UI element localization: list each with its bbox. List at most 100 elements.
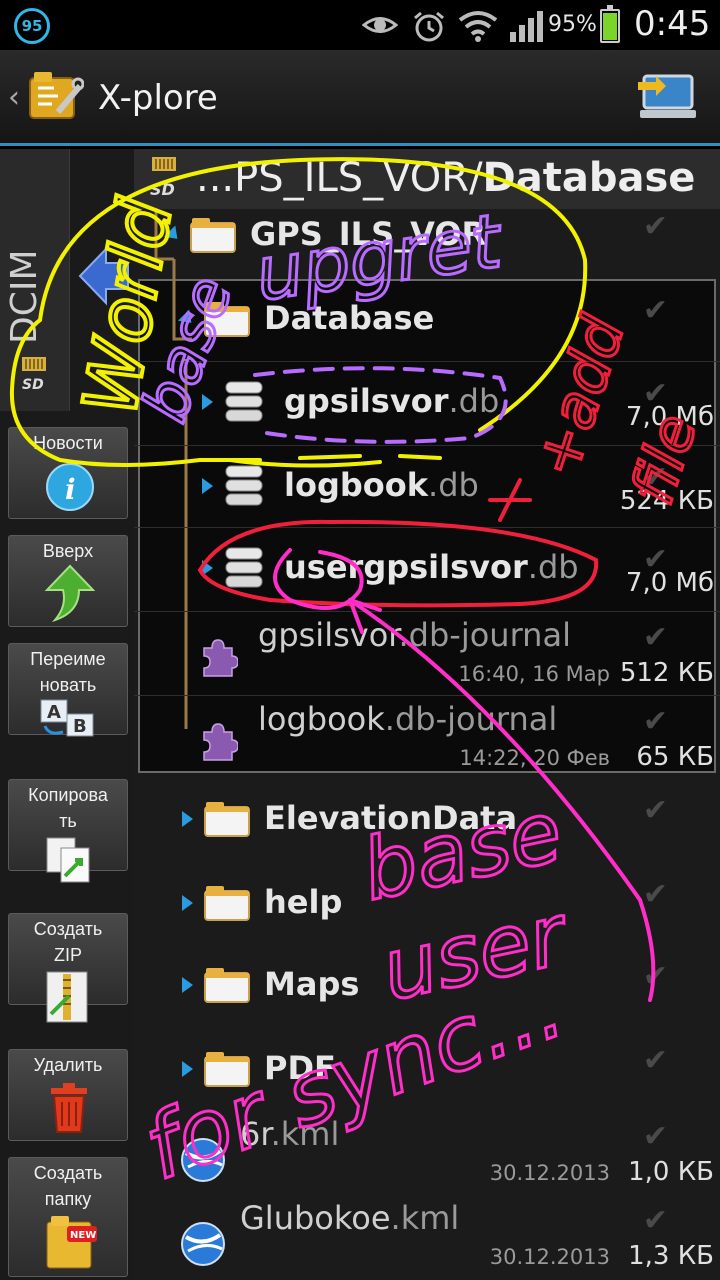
database-icon [225, 547, 263, 588]
back-chevron-icon[interactable]: ‹ [8, 80, 20, 115]
expand-toggle-icon[interactable] [182, 977, 193, 993]
file-row[interactable]: Glubokoe.kml ✔ 1,3 КБ 30.12.2013 [134, 1195, 720, 1277]
copy-label: Копирова ть [28, 785, 108, 831]
file-row[interactable]: logbook.db-journal ✔ 65 КБ 14:22, 20 Фев [134, 695, 720, 777]
file-row[interactable]: 6r.kml ✔ 1,0 КБ 30.12.2013 [134, 1111, 720, 1193]
zip-icon [46, 971, 88, 1023]
file-base-name: GPS_ILS_VOR [250, 215, 487, 253]
dcim-tab[interactable]: DCIM SD [0, 149, 70, 411]
trash-icon [51, 1083, 87, 1133]
file-extension: .kml [390, 1199, 460, 1237]
notification-badge: 95 [14, 8, 50, 44]
select-checkmark-icon[interactable]: ✔ [643, 209, 668, 244]
create-zip-button[interactable]: Создать ZIP [8, 913, 128, 1023]
alarm-icon [414, 11, 444, 42]
expand-toggle-icon[interactable] [182, 811, 193, 827]
file-browser-pane: SD ...PS_ILS_VOR/Database GPS_ILS_VOR ✔ Da… [134, 149, 720, 1280]
file-name: PDF [264, 1049, 336, 1087]
file-base-name: logbook [284, 466, 429, 504]
file-size: 7,0 Мб [625, 568, 714, 598]
journal-file-icon [203, 723, 238, 761]
folder-icon [204, 302, 250, 337]
select-checkmark-icon[interactable]: ✔ [643, 293, 668, 328]
copy-button[interactable]: Копирова ть [8, 779, 128, 883]
left-pane: DCIM SD Новости i Вверх Переиме новать A… [0, 149, 134, 1280]
switch-pane-arrow-icon[interactable] [76, 245, 132, 307]
rename-button[interactable]: Переиме новать A B [8, 643, 128, 737]
expand-toggle-icon[interactable] [202, 478, 213, 494]
svg-text:NEW: NEW [70, 1230, 96, 1241]
file-size: 1,3 КБ [628, 1241, 714, 1271]
svg-text:i: i [65, 473, 76, 506]
expand-toggle-icon[interactable] [202, 560, 213, 576]
select-checkmark-icon[interactable]: ✔ [643, 959, 668, 994]
file-base-name: Maps [264, 965, 360, 1003]
expand-toggle-icon[interactable] [177, 309, 198, 329]
eye-icon [362, 17, 398, 33]
battery-icon [600, 5, 620, 43]
news-button[interactable]: Новости i [8, 427, 128, 519]
folder-row[interactable]: Database ✔ [134, 279, 720, 361]
select-checkmark-icon[interactable]: ✔ [643, 704, 668, 739]
select-checkmark-icon[interactable]: ✔ [643, 1119, 668, 1154]
file-size: 7,0 Мб [625, 402, 714, 432]
file-date: 14:22, 20 Фев [459, 746, 610, 770]
remote-pc-icon[interactable] [636, 72, 696, 122]
file-size: 1,0 КБ [628, 1157, 714, 1187]
select-checkmark-icon[interactable]: ✔ [643, 793, 668, 828]
svg-text:B: B [73, 716, 87, 737]
svg-text:A: A [47, 702, 61, 723]
file-base-name: Database [264, 299, 435, 337]
file-base-name: help [264, 883, 343, 921]
new-folder-icon: NEW [46, 1216, 97, 1269]
file-row[interactable]: gpsilsvor.db-journal ✔ 512 КБ 16:40, 16 Мар [134, 611, 720, 693]
folder-row[interactable]: Maps ✔ [134, 945, 720, 1027]
file-name: logbook.db-journal [258, 700, 557, 738]
file-base-name: Glubokoe [240, 1199, 391, 1237]
copy-icon [46, 837, 90, 883]
create-folder-label: Создать папку [33, 1163, 103, 1209]
file-name: Maps [264, 965, 359, 1003]
file-extension: .kml [270, 1115, 340, 1153]
kml-file-icon [181, 1138, 225, 1182]
file-extension: .db [448, 382, 500, 420]
select-checkmark-icon[interactable]: ✔ [643, 620, 668, 655]
create-zip-label: Создать ZIP [33, 919, 103, 965]
file-base-name: logbook [258, 700, 385, 738]
file-base-name: gpsilsvor [258, 616, 399, 654]
svg-text:SD: SD [22, 377, 44, 393]
select-checkmark-icon[interactable]: ✔ [643, 877, 668, 912]
expand-toggle-icon[interactable] [182, 1061, 193, 1077]
expand-toggle-icon[interactable] [202, 394, 213, 410]
up-arrow-icon [45, 564, 95, 622]
file-base-name: 6r [240, 1115, 271, 1153]
select-checkmark-icon[interactable]: ✔ [643, 1043, 668, 1078]
folder-icon [204, 802, 250, 837]
folder-row[interactable]: PDF ✔ [134, 1029, 720, 1111]
signal-icon [510, 11, 543, 42]
app-logo-icon[interactable] [24, 66, 84, 128]
expand-toggle-icon[interactable] [182, 895, 193, 911]
folder-icon [204, 886, 250, 921]
file-row[interactable]: gpsilsvor.db ✔ 7,0 Мб [134, 361, 720, 443]
select-checkmark-icon[interactable]: ✔ [643, 1203, 668, 1238]
create-folder-button[interactable]: Создать папку NEW [8, 1157, 128, 1277]
journal-file-icon [203, 639, 238, 677]
file-extension: .db [527, 548, 579, 586]
file-date: 30.12.2013 [489, 1245, 610, 1269]
expand-toggle-icon[interactable] [163, 225, 184, 245]
delete-label: Удалить [33, 1055, 103, 1075]
file-base-name: usergpsilsvor [284, 548, 528, 586]
folder-icon [204, 1052, 250, 1087]
up-button[interactable]: Вверх [8, 535, 128, 627]
folder-icon [190, 218, 236, 253]
rename-icon: A B [40, 699, 94, 737]
file-row[interactable]: usergpsilsvor.db ✔ 7,0 Мб [134, 527, 720, 609]
folder-row[interactable]: help ✔ [134, 863, 720, 945]
file-row[interactable]: logbook.db ✔ 524 КБ [134, 445, 720, 527]
folder-row[interactable]: GPS_ILS_VOR ✔ [134, 195, 720, 277]
folder-row[interactable]: ElevationData ✔ [134, 779, 720, 861]
delete-button[interactable]: Удалить [8, 1049, 128, 1141]
file-name: ElevationData [264, 799, 517, 837]
file-date: 30.12.2013 [489, 1161, 610, 1185]
